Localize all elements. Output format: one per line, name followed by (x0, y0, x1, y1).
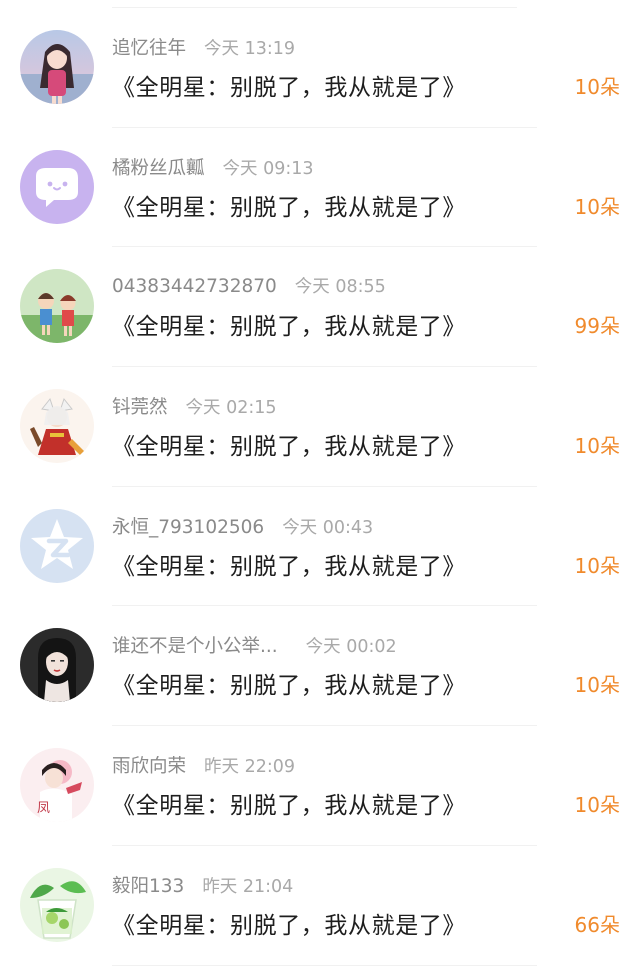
item-meta: 04383442732870 今天 08:55 (112, 273, 386, 301)
item-content[interactable]: 《全明星：别脱了，我从就是了》 (112, 188, 466, 222)
item-content[interactable]: 《全明星：别脱了，我从就是了》 (112, 547, 466, 581)
username[interactable]: 追忆往年 (112, 34, 186, 60)
anime-warrior-avatar-icon[interactable] (20, 389, 94, 464)
flower-count: 10朵 (574, 194, 620, 219)
item-content[interactable]: 《全明星：别脱了，我从就是了》 (112, 427, 466, 461)
feed-list: 追忆往年 今天 13:19 《全明星：别脱了，我从就是了》 10朵 橘粉丝瓜瓤 今天… (0, 8, 640, 966)
timestamp: 今天 00:43 (282, 517, 374, 538)
timestamp: 今天 00:02 (305, 637, 397, 658)
avatar-seal-text: 凤 (37, 801, 50, 816)
item-content[interactable]: 《全明星：别脱了，我从就是了》 (112, 786, 466, 820)
username[interactable]: 04383442732870 (112, 276, 277, 297)
list-item[interactable]: 04383442732870 今天 08:55 《全明星：别脱了，我从就是了》 9… (0, 247, 640, 368)
timestamp: 今天 09:13 (222, 158, 314, 179)
qzone-star-avatar-icon[interactable] (20, 508, 94, 583)
mojito-drink-avatar-icon[interactable] (20, 867, 94, 942)
timestamp: 今天 02:15 (185, 398, 277, 419)
dark-hair-girl-avatar-icon[interactable] (20, 628, 94, 703)
list-item[interactable]: 毅阳133 昨天 21:04 《全明星：别脱了，我从就是了》 66朵 (0, 846, 640, 966)
item-content[interactable]: 《全明星：别脱了，我从就是了》 (112, 68, 466, 102)
timestamp: 今天 08:55 (294, 277, 386, 298)
timestamp: 昨天 21:04 (202, 876, 294, 897)
flower-count: 10朵 (574, 75, 620, 99)
item-meta: 钭莞然 今天 02:15 (112, 393, 277, 421)
anime-kids-avatar-icon[interactable] (20, 269, 94, 344)
flower-count: 66朵 (574, 912, 620, 937)
chat-bubble-avatar-icon[interactable] (20, 149, 94, 224)
flower-count: 10朵 (574, 434, 620, 459)
list-item[interactable]: 凤 雨欣向荣 昨天 22:09 《全明星：别脱了，我从就是了》 10朵 (0, 726, 640, 846)
illustrated-girl-avatar-icon[interactable]: 凤 (20, 748, 94, 823)
username[interactable]: 永恒_793102506 (112, 513, 264, 539)
timestamp: 今天 13:19 (204, 39, 296, 59)
list-item[interactable]: 追忆往年 今天 13:19 《全明星：别脱了，我从就是了》 10朵 (0, 8, 640, 128)
username[interactable]: 谁还不是个小公举... (112, 632, 278, 658)
list-item[interactable]: 永恒_793102506 今天 00:43 《全明星：别脱了，我从就是了》 10朵 (0, 487, 640, 607)
item-content[interactable]: 《全明星：别脱了，我从就是了》 (112, 307, 466, 341)
item-meta: 雨欣向荣 昨天 22:09 (112, 752, 295, 780)
anime-girl-avatar-icon[interactable] (20, 30, 94, 104)
item-meta: 谁还不是个小公举... 今天 00:02 (112, 632, 397, 660)
list-item[interactable]: 钭莞然 今天 02:15 《全明星：别脱了，我从就是了》 10朵 (0, 367, 640, 487)
item-content[interactable]: 《全明星：别脱了，我从就是了》 (112, 906, 466, 940)
flower-count: 10朵 (574, 673, 620, 698)
username[interactable]: 毅阳133 (112, 872, 184, 898)
item-meta: 毅阳133 昨天 21:04 (112, 872, 293, 900)
item-content[interactable]: 《全明星：别脱了，我从就是了》 (112, 666, 466, 700)
item-meta: 橘粉丝瓜瓤 今天 09:13 (112, 154, 314, 182)
timestamp: 昨天 22:09 (204, 757, 296, 778)
flower-count: 10朵 (574, 553, 620, 578)
username[interactable]: 橘粉丝瓜瓤 (112, 154, 205, 180)
list-item[interactable]: 橘粉丝瓜瓤 今天 09:13 《全明星：别脱了，我从就是了》 10朵 (0, 128, 640, 248)
username[interactable]: 雨欣向荣 (112, 752, 186, 778)
flower-count: 10朵 (574, 793, 620, 818)
username[interactable]: 钭莞然 (112, 393, 168, 419)
item-meta: 追忆往年 今天 13:19 (112, 34, 295, 62)
list-item[interactable]: 谁还不是个小公举... 今天 00:02 《全明星：别脱了，我从就是了》 10朵 (0, 606, 640, 727)
flower-count: 99朵 (574, 314, 620, 339)
item-meta: 永恒_793102506 今天 00:43 (112, 513, 373, 541)
